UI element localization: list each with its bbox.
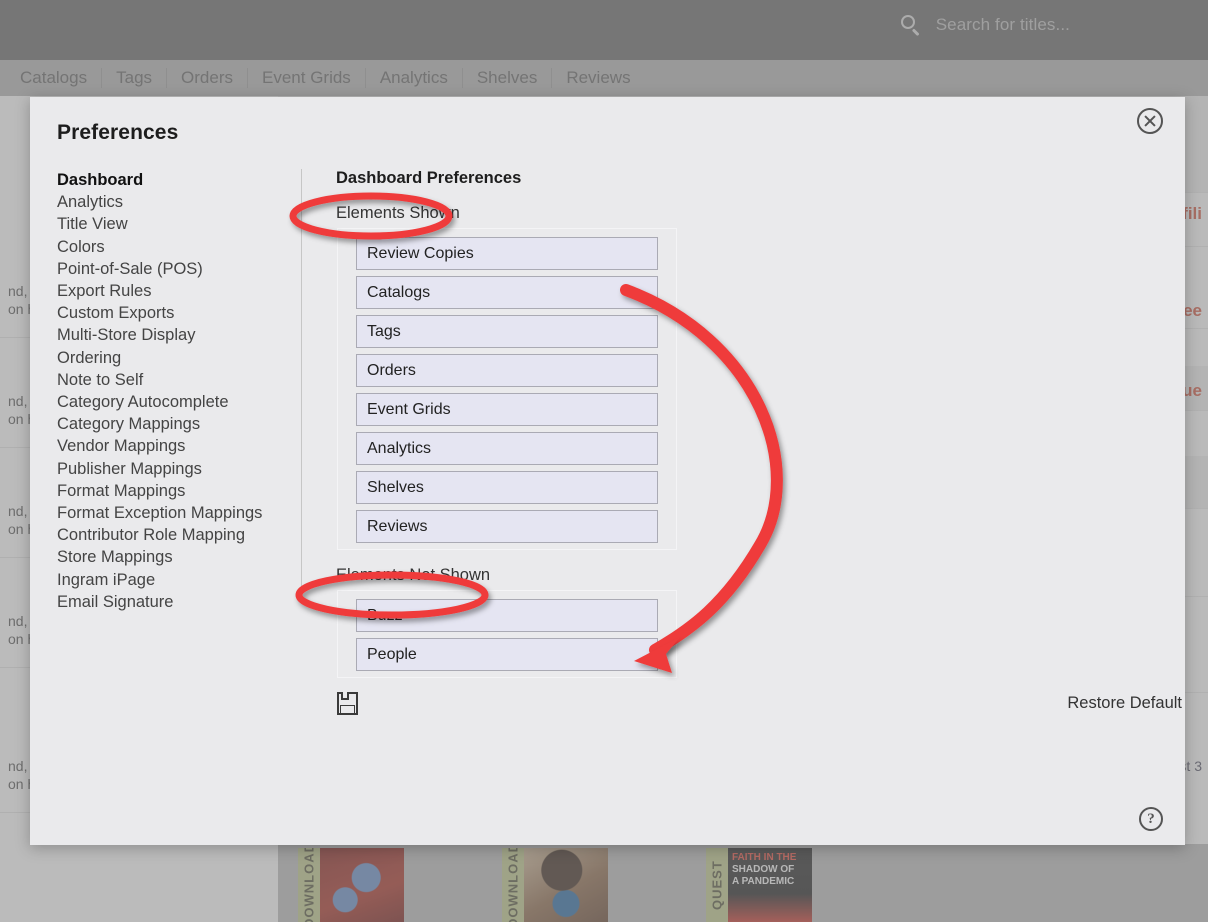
sidebar-item-store-mappings[interactable]: Store Mappings bbox=[57, 546, 301, 568]
sidebar-item-dashboard[interactable]: Dashboard bbox=[57, 169, 301, 191]
save-icon[interactable] bbox=[337, 692, 358, 715]
list-item[interactable]: Buzz bbox=[356, 599, 658, 632]
list-item[interactable]: Reviews bbox=[356, 510, 658, 543]
elements-shown-label: Elements Shown bbox=[336, 204, 460, 222]
sidebar-item-colors[interactable]: Colors bbox=[57, 236, 301, 258]
pane-footer: Restore Default bbox=[337, 692, 1182, 715]
list-item[interactable]: Event Grids bbox=[356, 393, 658, 426]
sidebar-item-format-mappings[interactable]: Format Mappings bbox=[57, 480, 301, 502]
restore-default-button[interactable]: Restore Default bbox=[1067, 694, 1182, 713]
close-icon[interactable] bbox=[1137, 108, 1163, 134]
preferences-sidebar: Dashboard Analytics Title View Colors Po… bbox=[57, 169, 302, 611]
list-item[interactable]: People bbox=[356, 638, 658, 671]
sidebar-item-format-exception-mappings[interactable]: Format Exception Mappings bbox=[57, 502, 301, 524]
sidebar-item-category-autocomplete[interactable]: Category Autocomplete bbox=[57, 391, 301, 413]
sidebar-item-vendor-mappings[interactable]: Vendor Mappings bbox=[57, 435, 301, 457]
sidebar-item-title-view[interactable]: Title View bbox=[57, 213, 301, 235]
list-item[interactable]: Analytics bbox=[356, 432, 658, 465]
elements-shown-list: Review Copies Catalogs Tags Orders Event… bbox=[337, 228, 677, 550]
list-item[interactable]: Review Copies bbox=[356, 237, 658, 270]
elements-not-shown-list: Buzz People bbox=[337, 590, 677, 678]
list-item[interactable]: Tags bbox=[356, 315, 658, 348]
close-circle-glyph bbox=[1137, 108, 1163, 134]
preferences-dialog: Preferences ? Dashboard Analytics Title … bbox=[30, 97, 1185, 845]
page-title: Preferences bbox=[57, 121, 179, 144]
sidebar-item-export-rules[interactable]: Export Rules bbox=[57, 280, 301, 302]
sidebar-item-multi-store-display[interactable]: Multi-Store Display bbox=[57, 324, 301, 346]
sidebar-item-point-of-sale[interactable]: Point-of-Sale (POS) bbox=[57, 258, 301, 280]
sidebar-item-email-signature[interactable]: Email Signature bbox=[57, 591, 301, 613]
elements-not-shown-label: Elements Not Shown bbox=[336, 566, 491, 584]
sidebar-item-custom-exports[interactable]: Custom Exports bbox=[57, 302, 301, 324]
list-item[interactable]: Orders bbox=[356, 354, 658, 387]
sidebar-item-ingram-ipage[interactable]: Ingram iPage bbox=[57, 569, 301, 591]
sidebar-item-note-to-self[interactable]: Note to Self bbox=[57, 369, 301, 391]
preferences-main-pane: Dashboard Preferences Elements Shown Rev… bbox=[306, 169, 1182, 825]
pane-title: Dashboard Preferences bbox=[336, 169, 522, 187]
list-item[interactable]: Shelves bbox=[356, 471, 658, 504]
sidebar-item-contributor-role-mapping[interactable]: Contributor Role Mapping bbox=[57, 524, 301, 546]
list-item[interactable]: Catalogs bbox=[356, 276, 658, 309]
sidebar-item-analytics[interactable]: Analytics bbox=[57, 191, 301, 213]
sidebar-item-category-mappings[interactable]: Category Mappings bbox=[57, 413, 301, 435]
sidebar-item-publisher-mappings[interactable]: Publisher Mappings bbox=[57, 458, 301, 480]
sidebar-item-ordering[interactable]: Ordering bbox=[57, 347, 301, 369]
